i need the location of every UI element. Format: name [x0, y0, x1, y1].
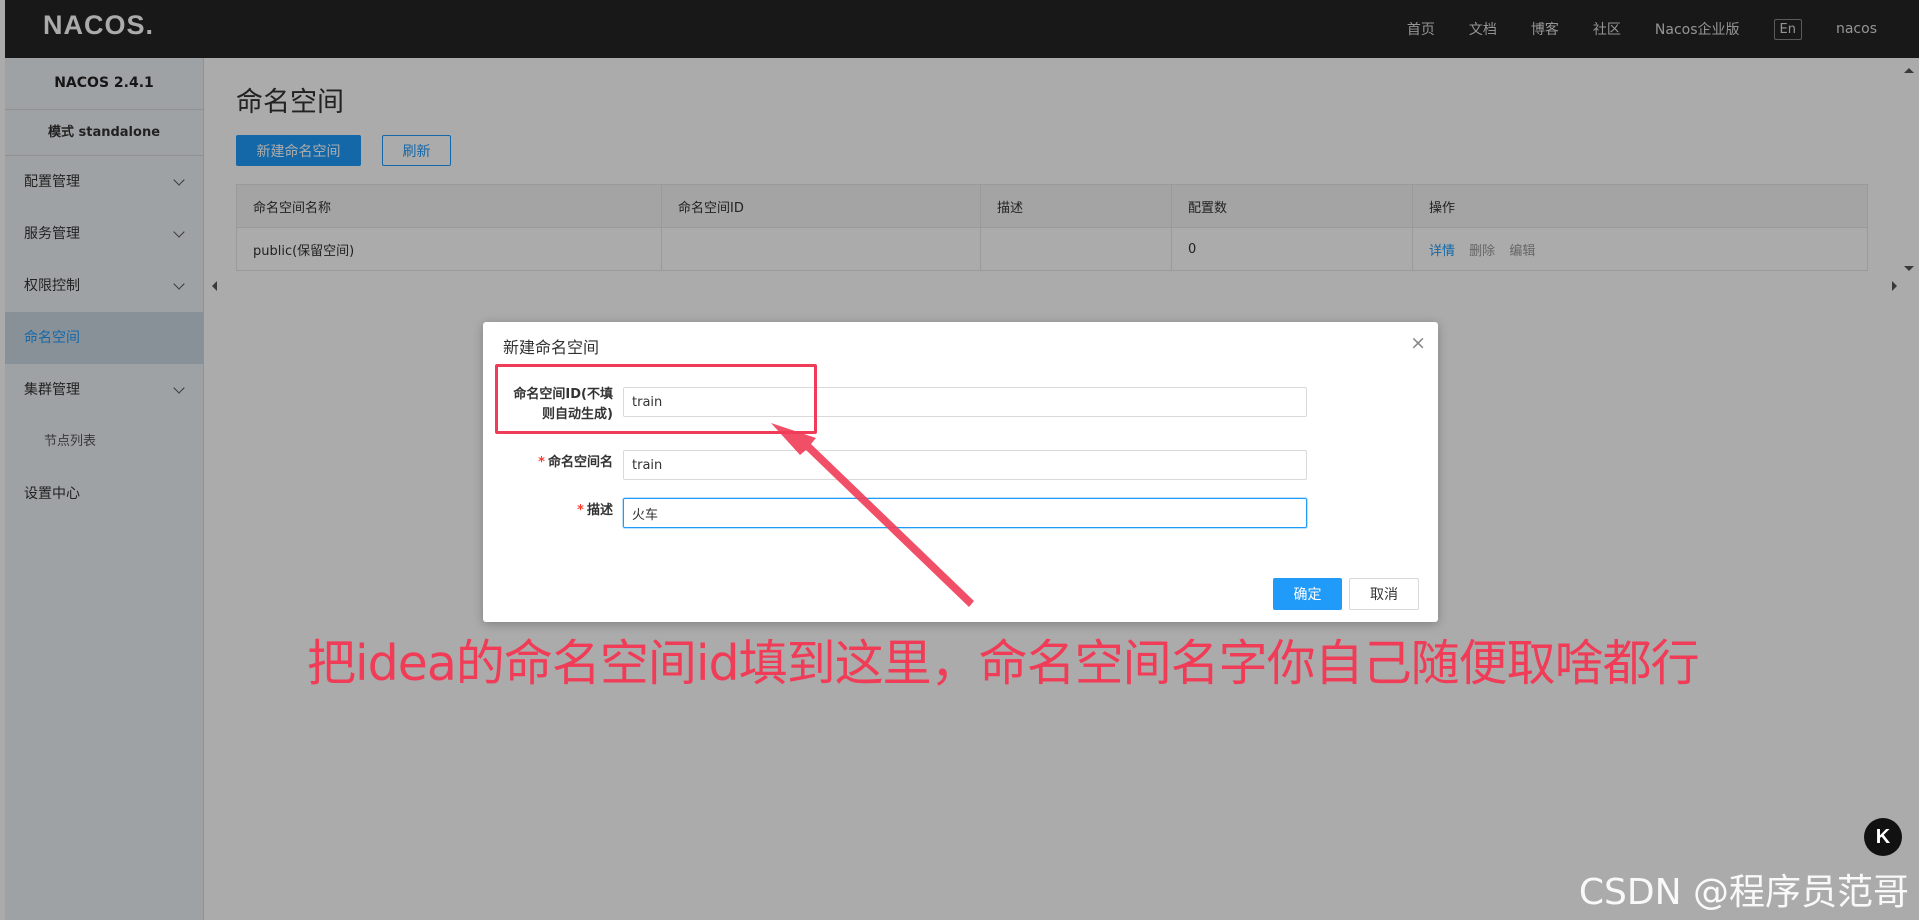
annotation-arrow	[771, 423, 974, 607]
annotation-text: 把idea的命名空间id填到这里，命名空间名字你自己随便取啥都行	[307, 635, 1700, 692]
arrow-shape	[771, 423, 974, 607]
watermark-text: CSDN @程序员范哥	[1578, 872, 1909, 913]
watermark-logo-icon: K	[1864, 818, 1902, 856]
